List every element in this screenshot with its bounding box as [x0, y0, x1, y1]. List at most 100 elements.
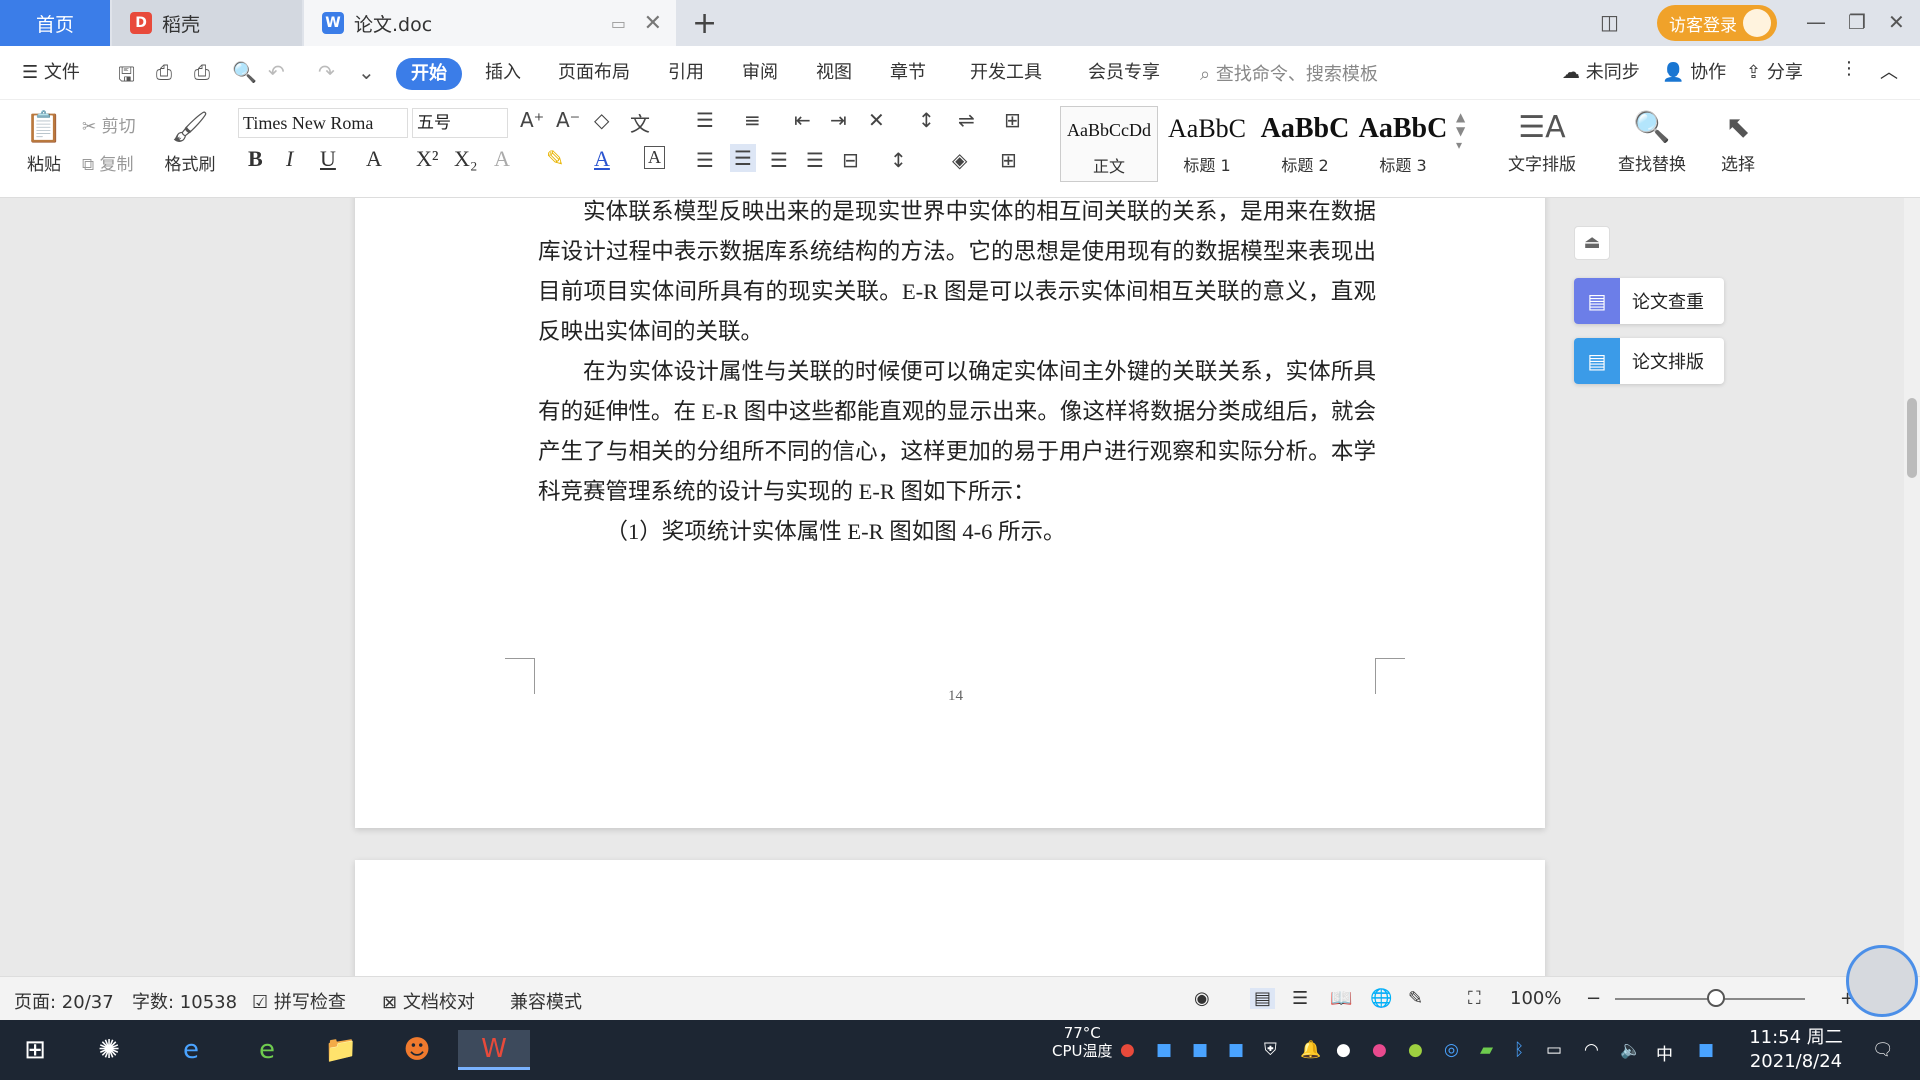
cpu-temp[interactable]: 77°C CPU温度 — [1052, 1024, 1113, 1060]
style-heading-2[interactable]: AaBbC 标题 2 — [1256, 106, 1354, 182]
style-heading-3[interactable]: AaBbC 标题 3 — [1354, 106, 1452, 182]
share-button[interactable]: ⇪ 分享 — [1746, 58, 1803, 84]
close-tab-icon[interactable]: ✕ — [644, 11, 662, 36]
fit-icon[interactable]: ⛶ — [1468, 988, 1481, 1009]
next-page[interactable] — [355, 860, 1545, 976]
tray-app-icon[interactable]: ◎ — [1444, 1040, 1459, 1060]
tray-app-icon[interactable]: ■ — [1698, 1040, 1714, 1060]
more-icon[interactable]: ⋮ — [1840, 58, 1858, 79]
undo-icon[interactable]: ↶ — [268, 60, 285, 84]
menu-page-layout[interactable]: 页面布局 — [558, 58, 630, 84]
style-heading-1[interactable]: AaBbC 标题 1 — [1158, 106, 1256, 182]
increase-indent-icon[interactable]: ⇥ — [830, 108, 847, 132]
battery-icon[interactable]: ▭ — [1546, 1040, 1562, 1060]
shield-icon[interactable]: ⛨ — [1264, 1040, 1277, 1060]
browser-360-icon[interactable]: e — [246, 1030, 288, 1070]
gallery-scroll-icon[interactable]: ▲ ▼ ▾ — [1456, 110, 1465, 152]
pen-icon[interactable]: ✎ — [1408, 988, 1423, 1009]
bluetooth-icon[interactable]: ᛒ — [1514, 1040, 1524, 1060]
menu-references[interactable]: 引用 — [668, 58, 704, 84]
menu-member[interactable]: 会员专享 — [1088, 58, 1160, 84]
menu-start[interactable]: 开始 — [396, 58, 462, 90]
sort-icon[interactable]: ↕ — [918, 108, 935, 132]
command-search[interactable]: ⌕ 查找命令、搜索模板 — [1200, 60, 1378, 86]
print-icon[interactable]: ⎙ — [194, 60, 210, 84]
table-icon[interactable]: ⊞ — [1004, 108, 1021, 132]
document-workspace[interactable]: 实体联系模型反映出来的是现实世界中实体的相互间关联的关系，是用来在数据库设计过程… — [0, 198, 1920, 976]
decrease-indent-icon[interactable]: ⇤ — [794, 108, 811, 132]
tab-daoke[interactable]: D 稻壳 — [112, 0, 302, 46]
word-count[interactable]: 字数: 10538 — [132, 988, 237, 1014]
distribute-icon[interactable]: ⊟ — [842, 148, 859, 172]
align-left-icon[interactable]: ☰ — [696, 148, 714, 172]
style-normal[interactable]: AaBbCcDd 正文 — [1060, 106, 1158, 182]
menu-chapter[interactable]: 章节 — [890, 58, 926, 84]
paragraph[interactable]: 在为实体设计属性与关联的时候便可以确定实体间主外键的关联关系，实体所具有的延伸性… — [538, 352, 1376, 512]
tray-app-icon[interactable]: ● — [1408, 1040, 1423, 1060]
minimize-icon[interactable]: — — [1806, 10, 1826, 34]
justify-icon[interactable]: ☰ — [806, 148, 824, 172]
subscript-icon[interactable]: X₂ — [454, 146, 478, 172]
zoom-preview-icon[interactable]: 🔍 — [232, 60, 257, 84]
cut-button[interactable]: ✂ 剪切 — [82, 112, 136, 137]
page-indicator[interactable]: 页面: 20/37 — [14, 988, 114, 1014]
highlight-icon[interactable]: ✎ — [546, 146, 564, 172]
phonetic-icon[interactable]: 文 — [630, 108, 650, 137]
assistant-icon[interactable] — [1846, 945, 1918, 1017]
bold-icon[interactable]: B — [248, 146, 263, 172]
zoom-slider-knob[interactable] — [1707, 989, 1725, 1007]
bullet-list-icon[interactable]: ☰ — [696, 108, 714, 132]
layout-icon[interactable]: ◫ — [1600, 10, 1619, 34]
font-size-select[interactable]: 五号 — [412, 108, 508, 138]
font-name-select[interactable]: Times New Roma — [238, 108, 408, 138]
app-icon[interactable]: ✺ — [88, 1030, 130, 1070]
align-right-icon[interactable]: ☰ — [770, 148, 788, 172]
shading-icon[interactable]: ◈ — [952, 148, 967, 172]
tray-app-icon[interactable]: ■ — [1156, 1040, 1172, 1060]
sync-button[interactable]: ☁ 未同步 — [1562, 58, 1640, 84]
menu-insert[interactable]: 插入 — [485, 58, 521, 84]
document-body[interactable]: 实体联系模型反映出来的是现实世界中实体的相互间关联的关系，是用来在数据库设计过程… — [538, 198, 1376, 552]
strikethrough-icon[interactable]: A — [366, 146, 382, 172]
paper-check-button[interactable]: ▤ 论文查重 — [1574, 278, 1724, 324]
panel-collapse-icon[interactable]: ⏏ — [1574, 226, 1610, 260]
italic-icon[interactable]: I — [286, 146, 293, 172]
menu-view[interactable]: 视图 — [816, 58, 852, 84]
window-icon[interactable]: ▭ — [611, 14, 626, 33]
chevron-down-icon[interactable]: ⌄ — [358, 60, 375, 84]
zoom-level[interactable]: 100% — [1510, 988, 1561, 1009]
format-painter-button[interactable]: 🖌 格式刷 — [160, 106, 220, 175]
doc-proof-button[interactable]: ⊠ 文档校对 — [382, 988, 475, 1014]
app-orange-icon[interactable]: ☻ — [396, 1030, 438, 1070]
eye-icon[interactable]: ◉ — [1194, 988, 1210, 1009]
windows-start-icon[interactable]: ⊞ — [14, 1030, 56, 1070]
collapse-ribbon-icon[interactable]: ︿ — [1880, 58, 1898, 84]
select-button[interactable]: ⬉ 选择 — [1710, 106, 1766, 175]
clock[interactable]: 11:54 周二 2021/8/24 — [1748, 1026, 1844, 1074]
tray-app-icon[interactable]: ● — [1372, 1040, 1387, 1060]
ie-browser-icon[interactable]: e — [170, 1030, 212, 1070]
zoom-out-icon[interactable]: − — [1586, 988, 1601, 1009]
ime-indicator[interactable]: 中 — [1656, 1040, 1673, 1065]
menu-developer[interactable]: 开发工具 — [970, 58, 1042, 84]
borders-icon[interactable]: ⊞ — [1000, 148, 1017, 172]
close-window-icon[interactable]: ✕ — [1888, 10, 1905, 34]
clear-format-icon[interactable]: ◇ — [594, 108, 609, 132]
visitor-login-button[interactable]: 访客登录 — [1657, 5, 1777, 41]
underline-icon[interactable]: U — [320, 146, 336, 172]
menu-review[interactable]: 审阅 — [742, 58, 778, 84]
copy-button[interactable]: ⧉ 复制 — [82, 150, 134, 175]
shrink-font-icon[interactable]: A⁻ — [556, 108, 580, 132]
grow-font-icon[interactable]: A⁺ — [520, 108, 544, 132]
tray-app-icon[interactable]: ■ — [1228, 1040, 1244, 1060]
scrollbar-thumb[interactable] — [1907, 398, 1917, 478]
vertical-scrollbar[interactable] — [1904, 198, 1920, 976]
web-view-icon[interactable]: 🌐 — [1370, 988, 1392, 1009]
paragraph[interactable]: 实体联系模型反映出来的是现实世界中实体的相互间关联的关系，是用来在数据库设计过程… — [538, 198, 1376, 352]
menu-file[interactable]: ☰ 文件 — [22, 58, 80, 84]
collab-button[interactable]: 👤 协作 — [1662, 58, 1726, 84]
save-icon[interactable]: 🖫 — [118, 60, 135, 94]
file-explorer-icon[interactable]: 📁 — [320, 1030, 362, 1070]
char-border-icon[interactable]: A — [644, 146, 665, 169]
reading-view-icon[interactable]: 📖 — [1330, 988, 1352, 1009]
